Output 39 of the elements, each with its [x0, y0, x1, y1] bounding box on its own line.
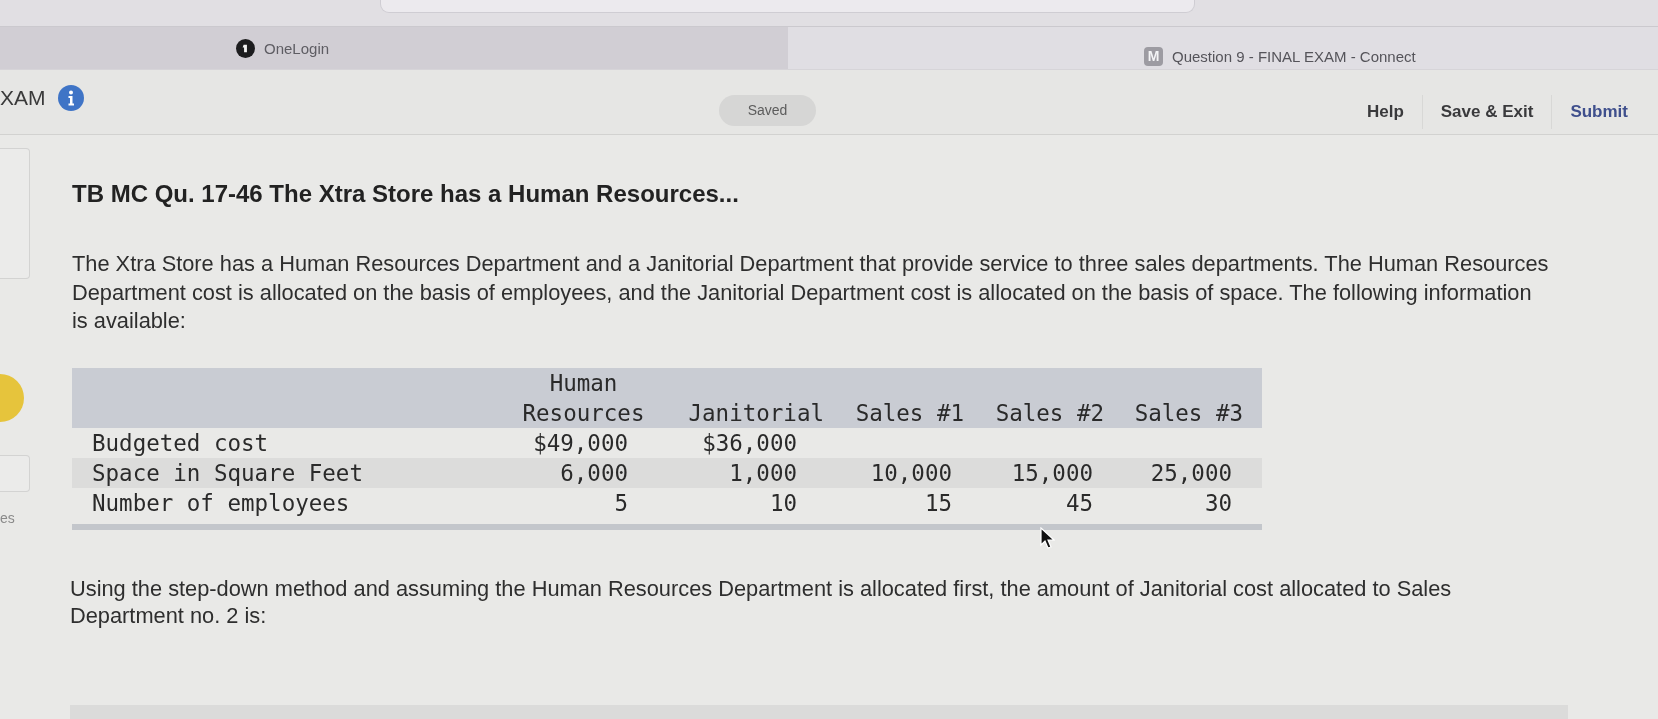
column-header: Janitorial — [688, 398, 824, 428]
question-intro: The Xtra Store has a Human Resources Department and a Janitorial Department that provide service to three sales departments. The Human Resources Department cost is allocated on the basis of employees, and the Janitorial Department cost is allocated on the basis of space. The following information is available: — [72, 250, 1550, 335]
address-bar[interactable] — [380, 0, 1195, 13]
table-cell-text: 25,000 — [1150, 458, 1232, 488]
saved-status-pill: Saved — [719, 94, 816, 126]
table-cell-text: 30 — [1204, 488, 1232, 518]
site-logo: M — [1144, 46, 1163, 66]
row-label: Budgeted cost — [91, 428, 269, 458]
question-marker-icon[interactable] — [0, 374, 24, 422]
table-cell-text: 15,000 — [1011, 458, 1093, 488]
info-icon[interactable] — [57, 85, 84, 111]
question-title: TB MC Qu. 17-46 The Xtra Store has a Human Resources... — [72, 179, 739, 209]
mouse-cursor-icon — [1040, 527, 1055, 549]
table-cell-text: 6,000 — [560, 458, 628, 488]
row-label: Number of employees — [91, 488, 350, 518]
header-link[interactable]: Submit — [1552, 102, 1646, 122]
table-cell-text: 1,000 — [729, 458, 797, 488]
exam-title: XAM — [0, 86, 46, 110]
browser-tab[interactable]: M Question 9 - FINAL EXAM - Connect — [788, 27, 1658, 69]
column-header: Sales #3 — [1134, 398, 1243, 428]
table-cell-text: $36,000 — [702, 428, 797, 458]
sidebar-card[interactable] — [0, 455, 30, 492]
sidebar-label: es — [0, 510, 15, 526]
table-cell-text: $49,000 — [533, 428, 628, 458]
sidebar-card[interactable] — [0, 148, 30, 279]
table-cell-text: 15 — [924, 488, 952, 518]
table-cell-text: 45 — [1065, 488, 1093, 518]
question-prompt: Using the step-down method and assuming the Human Resources Department is allocated first, the amount of Janitorial cost allocated to Sales Department no. 2 is: — [70, 574, 1453, 629]
table-cell-text: 5 — [614, 488, 628, 518]
column-header: Sales #2 — [995, 398, 1104, 428]
row-label: Space in Square Feet — [91, 458, 363, 488]
table-cell-text: 10,000 — [870, 458, 952, 488]
header-link[interactable]: Save & Exit — [1422, 102, 1552, 122]
column-header: Sales #1 — [855, 398, 964, 428]
browser-tab[interactable]: OneLogin — [0, 27, 788, 69]
table-cell-text: 10 — [769, 488, 797, 518]
column-header: Human Resources — [521, 368, 646, 428]
circle-logo-icon — [236, 38, 255, 58]
header-link[interactable]: Help — [1348, 102, 1422, 122]
